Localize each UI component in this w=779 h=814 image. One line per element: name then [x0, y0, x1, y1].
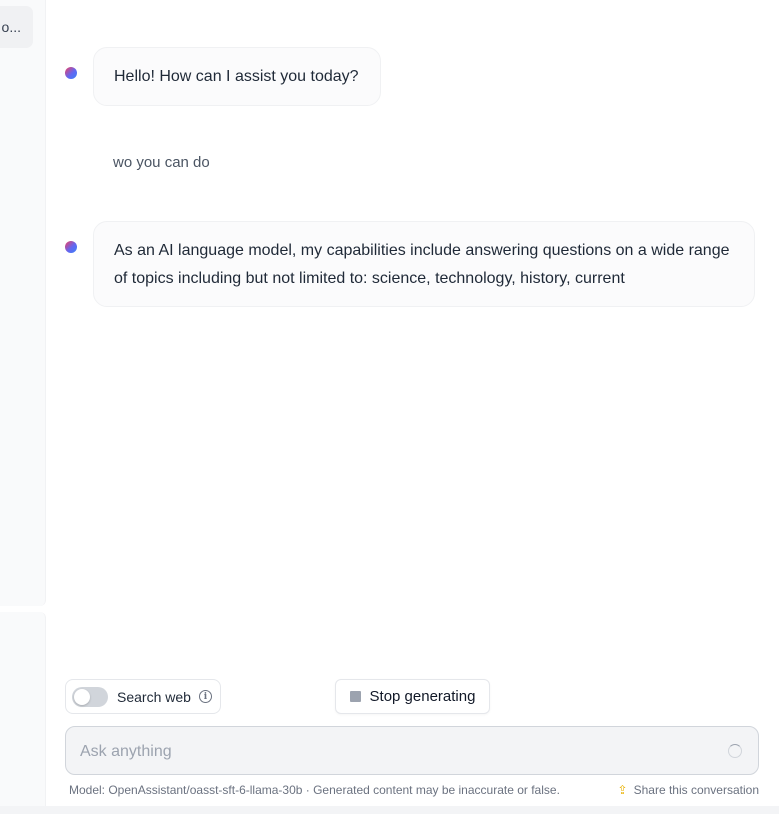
- spinner-icon: [728, 744, 742, 758]
- switch-knob: [74, 688, 90, 705]
- sidebar-conversation-label: o...: [1, 19, 21, 35]
- assistant-message: As an AI language model, my capabilities…: [93, 221, 755, 307]
- sidebar: o...: [0, 0, 46, 606]
- info-icon[interactable]: i: [198, 690, 212, 703]
- assistant-avatar-icon: [65, 241, 77, 253]
- stop-generating-label: Stop generating: [369, 688, 476, 705]
- search-web-label: Search web: [117, 688, 191, 705]
- assistant-message-text: Hello! How can I assist you today?: [114, 68, 359, 85]
- chat-input[interactable]: [78, 727, 712, 776]
- assistant-message: Hello! How can I assist you today?: [93, 47, 381, 106]
- search-web-switch[interactable]: [72, 686, 108, 707]
- assistant-message-text: As an AI language model, my capabilities…: [114, 242, 730, 287]
- share-conversation-label: Share this conversation: [633, 783, 759, 797]
- user-message: wo you can do: [113, 154, 210, 171]
- share-conversation-link[interactable]: ⇪ Share this conversation: [618, 783, 759, 797]
- stop-square-icon: [349, 691, 361, 702]
- sidebar-conversation-item[interactable]: o...: [0, 6, 33, 48]
- search-web-toggle[interactable]: Search web i: [65, 679, 221, 714]
- share-arrow-icon: ⇪: [617, 783, 628, 797]
- model-disclaimer: Model: OpenAssistant/oasst-sft-6-llama-3…: [69, 783, 560, 797]
- assistant-avatar-icon: [65, 67, 77, 79]
- stop-generating-button[interactable]: Stop generating: [335, 679, 490, 714]
- chat-input-container: [65, 726, 759, 776]
- footer: Model: OpenAssistant/oasst-sft-6-llama-3…: [69, 783, 759, 797]
- bottom-strip: [0, 806, 779, 814]
- sidebar-footer: [0, 612, 46, 814]
